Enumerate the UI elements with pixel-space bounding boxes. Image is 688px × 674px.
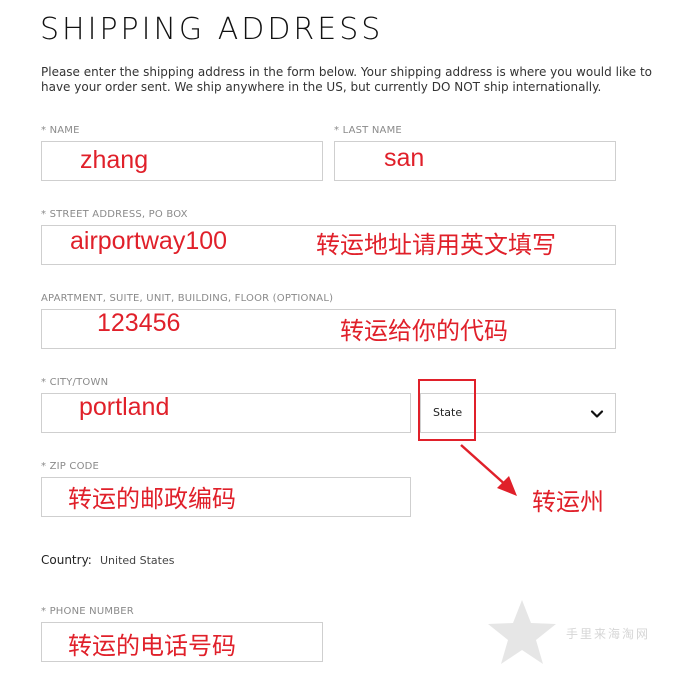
apartment-annotation: 转运给你的代码 — [340, 317, 508, 345]
name-label: * NAME — [41, 125, 80, 136]
last-name-field[interactable]: san — [334, 141, 616, 181]
name-value: zhang — [80, 146, 149, 174]
last-name-value: san — [384, 144, 425, 172]
apartment-value: 123456 — [97, 309, 181, 337]
country-value: United States — [100, 554, 175, 567]
street-value: airportway100 — [70, 227, 228, 255]
city-label: * CITY/TOWN — [41, 377, 109, 388]
intro-text: Please enter the shipping address in the… — [41, 65, 652, 94]
zip-annotation: 转运的邮政编码 — [68, 485, 236, 513]
state-annotation: 转运州 — [532, 488, 604, 516]
page-title: SHIPPING ADDRESS — [40, 12, 384, 47]
apartment-field[interactable]: 123456 转运给你的代码 — [41, 309, 616, 349]
watermark-text: 手里来海淘网 — [566, 627, 651, 641]
country-label: Country: — [41, 553, 92, 567]
phone-annotation: 转运的电话号码 — [68, 632, 236, 660]
apartment-label: APARTMENT, SUITE, UNIT, BUILDING, FLOOR … — [41, 293, 334, 304]
state-highlight-box — [418, 379, 476, 441]
annotation-arrow-icon — [460, 444, 517, 496]
name-field[interactable]: zhang — [41, 141, 323, 181]
chevron-down-icon — [590, 410, 604, 418]
city-value: portland — [79, 393, 170, 421]
last-name-label: * LAST NAME — [334, 125, 402, 136]
phone-label: * PHONE NUMBER — [41, 606, 134, 617]
street-label: * STREET ADDRESS, PO BOX — [41, 209, 188, 220]
zip-field[interactable]: 转运的邮政编码 — [41, 477, 411, 517]
street-annotation: 转运地址请用英文填写 — [316, 231, 556, 259]
phone-field[interactable]: 转运的电话号码 — [41, 622, 323, 662]
street-field[interactable]: airportway100 转运地址请用英文填写 — [41, 225, 616, 265]
zip-label: * ZIP CODE — [41, 461, 100, 472]
city-field[interactable]: portland — [41, 393, 411, 433]
watermark-star-icon — [488, 600, 556, 664]
